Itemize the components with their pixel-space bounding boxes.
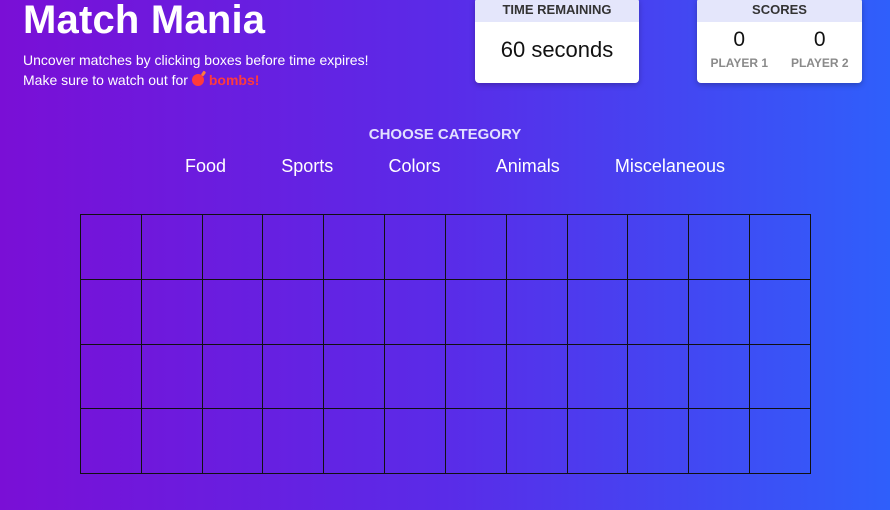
player-2-score: 0 PLAYER 2: [780, 22, 861, 70]
board-box[interactable]: [445, 215, 507, 280]
board-box[interactable]: [567, 344, 629, 410]
board-box[interactable]: [567, 279, 629, 345]
category-list: Food Sports Colors Animals Miscelaneous: [185, 156, 725, 177]
board-box[interactable]: [628, 409, 690, 474]
board-box[interactable]: [750, 344, 811, 410]
category-animals[interactable]: Animals: [496, 156, 560, 177]
board-box[interactable]: [263, 344, 325, 410]
player-2-score-value: 0: [813, 28, 826, 51]
board-box[interactable]: [506, 279, 568, 345]
category-heading: CHOOSE CATEGORY: [368, 126, 522, 143]
board-box[interactable]: [567, 215, 629, 280]
board-box[interactable]: [506, 409, 568, 474]
board-box[interactable]: [324, 409, 386, 474]
player-1-label: PLAYER 1: [710, 56, 769, 70]
board-box[interactable]: [445, 409, 507, 474]
board-box[interactable]: [385, 344, 446, 410]
timer-heading: TIME REMAINING: [475, 0, 639, 22]
category-colors[interactable]: Colors: [388, 156, 440, 177]
board-box[interactable]: [202, 279, 264, 345]
board-box[interactable]: [506, 215, 568, 280]
board-box[interactable]: [263, 409, 325, 474]
board-box[interactable]: [324, 215, 386, 280]
board-box[interactable]: [81, 279, 142, 345]
board-box[interactable]: [689, 344, 751, 410]
instructions: Uncover matches by clicking boxes before…: [23, 50, 368, 90]
timer-value: 60 seconds: [500, 37, 614, 62]
board-box[interactable]: [628, 279, 690, 345]
board-box[interactable]: [689, 215, 751, 280]
timer-card: TIME REMAINING 60 seconds: [475, 0, 639, 83]
board-box[interactable]: [263, 279, 325, 345]
board-box[interactable]: [385, 215, 446, 280]
board-box[interactable]: [324, 279, 386, 345]
board-box[interactable]: [141, 215, 203, 280]
instruction-line-2-prefix: Make sure to watch out for: [23, 72, 192, 88]
board-box[interactable]: [750, 215, 811, 280]
board-box[interactable]: [81, 344, 142, 410]
board-box[interactable]: [445, 344, 507, 410]
board-box[interactable]: [628, 344, 690, 410]
instruction-line-1: Uncover matches by clicking boxes before…: [23, 52, 369, 68]
board-box[interactable]: [202, 344, 264, 410]
board-box[interactable]: [202, 409, 264, 474]
instruction-line-2: Make sure to watch out for bombs!: [23, 70, 368, 90]
game-title: Match Mania: [23, 0, 266, 42]
category-miscellaneous[interactable]: Miscelaneous: [615, 156, 725, 177]
board-box[interactable]: [385, 279, 446, 345]
board-box[interactable]: [385, 409, 446, 474]
category-food[interactable]: Food: [185, 156, 226, 177]
board-box[interactable]: [506, 344, 568, 410]
board-box[interactable]: [750, 409, 811, 474]
scores-heading: SCORES: [697, 0, 862, 22]
board-box[interactable]: [81, 409, 142, 474]
category-sports[interactable]: Sports: [281, 156, 333, 177]
board-box[interactable]: [689, 279, 751, 345]
board-box[interactable]: [689, 409, 751, 474]
bombs-warning: bombs!: [208, 72, 260, 88]
scores-card: SCORES 0 PLAYER 1 0 PLAYER 2: [697, 0, 862, 83]
board-box[interactable]: [628, 215, 690, 280]
board-box[interactable]: [567, 409, 629, 474]
bomb-icon: [191, 74, 204, 86]
board-box[interactable]: [263, 215, 325, 280]
board-box[interactable]: [141, 409, 203, 474]
board-box[interactable]: [81, 215, 142, 280]
board-box[interactable]: [141, 344, 203, 410]
player-1-score-value: 0: [733, 28, 746, 51]
board-box[interactable]: [324, 344, 386, 410]
game-board: [80, 214, 811, 474]
player-1-score: 0 PLAYER 1: [699, 22, 780, 70]
board-box[interactable]: [750, 279, 811, 345]
board-box[interactable]: [202, 215, 264, 280]
board-box[interactable]: [445, 279, 507, 345]
player-2-label: PLAYER 2: [790, 56, 849, 70]
board-box[interactable]: [141, 279, 203, 345]
